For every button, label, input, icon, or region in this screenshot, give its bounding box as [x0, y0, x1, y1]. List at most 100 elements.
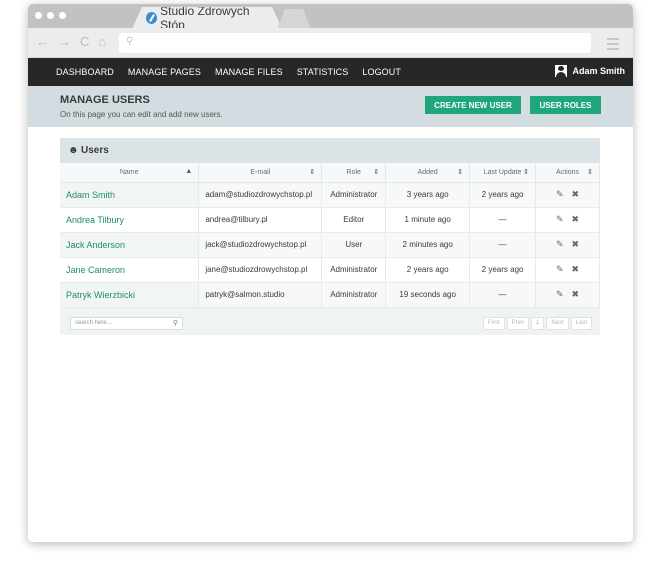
sort-asc-icon[interactable]: ▲: [185, 168, 192, 175]
browser-window: Studio Zdrowych Stóp × ← → C ⌂ ⚲ DASHBOA…: [28, 4, 633, 542]
pager-page-1[interactable]: 1: [530, 317, 545, 330]
row-actions: ✎ ✖: [535, 257, 600, 283]
panel-title: Users: [81, 145, 109, 156]
pager-last[interactable]: Last: [570, 317, 592, 330]
nav-logout[interactable]: LOGOUT: [362, 67, 401, 77]
column-header-actions[interactable]: Actions ⇕: [535, 163, 600, 183]
user-name-link[interactable]: Patryk Wierzbicki: [60, 282, 200, 308]
users-table: Name ▲ E-mail ⇕ Role ⇕ Added ⇕ Last Update ⇕ …: [60, 163, 600, 308]
user-icon: [555, 65, 568, 77]
row-actions: ✎ ✖: [535, 282, 600, 308]
user-last-update: 2 years ago: [469, 182, 537, 208]
search-icon: ⚲: [172, 320, 178, 327]
pager-first[interactable]: First: [482, 317, 505, 330]
user-menu[interactable]: Adam Smith: [555, 65, 625, 77]
column-header-added[interactable]: Added ⇕: [385, 163, 471, 183]
delete-x-icon[interactable]: ✖: [572, 214, 580, 224]
users-icon: ☻: [68, 145, 79, 156]
table-row: Patryk Wierzbicki patryk@salmon.studio A…: [60, 282, 600, 308]
table-row: Jane Cameron jane@studiozdrowychstop.pl …: [60, 257, 600, 283]
row-actions: ✎ ✖: [535, 232, 600, 258]
delete-x-icon[interactable]: ✖: [572, 189, 580, 199]
column-header-email[interactable]: E-mail ⇕: [198, 163, 323, 183]
page-subtitle: On this page you can edit and add new us…: [60, 110, 223, 119]
user-email: jack@studiozdrowychstop.pl: [198, 232, 323, 258]
address-bar-row: ← → C ⌂ ⚲: [28, 28, 633, 58]
sort-icon[interactable]: ⇕: [587, 168, 593, 176]
new-tab-button[interactable]: [277, 9, 311, 29]
minimize-window-dot[interactable]: [47, 12, 54, 19]
window-controls[interactable]: [35, 12, 66, 19]
table-footer: search here... ⚲ First Prev 1 Next Last: [60, 312, 600, 335]
sort-icon[interactable]: ⇕: [309, 168, 315, 176]
user-name-link[interactable]: Andrea Tilbury: [60, 207, 200, 233]
table-row: Adam Smith adam@studiozdrowychstop.pl Ad…: [60, 182, 600, 208]
user-roles-button[interactable]: USER ROLES: [530, 96, 601, 114]
user-email: jane@studiozdrowychstop.pl: [198, 257, 323, 283]
sort-icon[interactable]: ⇕: [523, 168, 529, 176]
edit-pencil-icon[interactable]: ✎: [556, 239, 564, 249]
nav-manage-pages[interactable]: MANAGE PAGES: [128, 67, 201, 77]
user-last-update: —: [469, 207, 537, 233]
nav-statistics[interactable]: STATISTICS: [297, 67, 349, 77]
users-panel: ☻ Users Name ▲ E-mail ⇕ Role ⇕ Added ⇕ Last …: [60, 138, 600, 335]
browser-nav-buttons: ← → C ⌂: [36, 34, 106, 49]
main-navigation: DASHBOARD MANAGE PAGES MANAGE FILES STAT…: [28, 58, 633, 86]
home-icon[interactable]: ⌂: [98, 34, 106, 49]
delete-x-icon[interactable]: ✖: [572, 264, 580, 274]
table-row: Jack Anderson jack@studiozdrowychstop.pl…: [60, 232, 600, 258]
page-title: MANAGE USERS: [60, 94, 150, 106]
user-role: Editor: [321, 207, 387, 233]
forward-icon[interactable]: →: [58, 34, 71, 49]
row-actions: ✎ ✖: [535, 182, 600, 208]
user-added: 2 years ago: [385, 257, 471, 283]
user-last-update: 2 years ago: [469, 257, 537, 283]
reload-icon[interactable]: C: [80, 34, 89, 49]
back-icon[interactable]: ←: [36, 34, 49, 49]
edit-pencil-icon[interactable]: ✎: [556, 189, 564, 199]
delete-x-icon[interactable]: ✖: [572, 289, 580, 299]
user-email: patryk@salmon.studio: [198, 282, 323, 308]
user-role: Administrator: [321, 282, 387, 308]
url-input[interactable]: ⚲: [119, 33, 591, 53]
user-last-update: —: [469, 232, 537, 258]
user-added: 1 minute ago: [385, 207, 471, 233]
table-search-input[interactable]: search here... ⚲: [70, 317, 183, 330]
user-name-link[interactable]: Adam Smith: [60, 182, 200, 208]
user-last-update: —: [469, 282, 537, 308]
pager-prev[interactable]: Prev: [506, 317, 529, 330]
browser-menu-icon[interactable]: [607, 38, 619, 53]
column-header-role[interactable]: Role ⇕: [321, 163, 387, 183]
user-email: adam@studiozdrowychstop.pl: [198, 182, 323, 208]
pager-next[interactable]: Next: [546, 317, 569, 330]
user-added: 2 minutes ago: [385, 232, 471, 258]
user-name-link[interactable]: Jane Cameron: [60, 257, 200, 283]
table-row: Andrea Tilbury andrea@tilbury.pl Editor …: [60, 207, 600, 233]
maximize-window-dot[interactable]: [59, 12, 66, 19]
favicon-icon: [146, 12, 158, 24]
search-icon: ⚲: [126, 36, 134, 47]
browser-tab[interactable]: Studio Zdrowych Stóp ×: [132, 7, 282, 29]
edit-pencil-icon[interactable]: ✎: [556, 289, 564, 299]
user-added: 19 seconds ago: [385, 282, 471, 308]
nav-dashboard[interactable]: DASHBOARD: [56, 67, 114, 77]
sort-icon[interactable]: ⇕: [373, 168, 379, 176]
nav-manage-files[interactable]: MANAGE FILES: [215, 67, 283, 77]
search-placeholder: search here...: [75, 320, 112, 326]
delete-x-icon[interactable]: ✖: [572, 239, 580, 249]
create-new-user-button[interactable]: CREATE NEW USER: [425, 96, 521, 114]
page-header: MANAGE USERS On this page you can edit a…: [28, 86, 633, 127]
user-name-link[interactable]: Jack Anderson: [60, 232, 200, 258]
user-role: User: [321, 232, 387, 258]
user-role: Administrator: [321, 257, 387, 283]
user-email: andrea@tilbury.pl: [198, 207, 323, 233]
tab-bar: Studio Zdrowych Stóp ×: [28, 4, 633, 29]
column-header-last-update[interactable]: Last Update ⇕: [469, 163, 537, 183]
sort-icon[interactable]: ⇕: [457, 168, 463, 176]
column-header-name[interactable]: Name ▲: [60, 163, 200, 183]
edit-pencil-icon[interactable]: ✎: [556, 264, 564, 274]
edit-pencil-icon[interactable]: ✎: [556, 214, 564, 224]
user-name: Adam Smith: [572, 66, 625, 76]
row-actions: ✎ ✖: [535, 207, 600, 233]
close-window-dot[interactable]: [35, 12, 42, 19]
